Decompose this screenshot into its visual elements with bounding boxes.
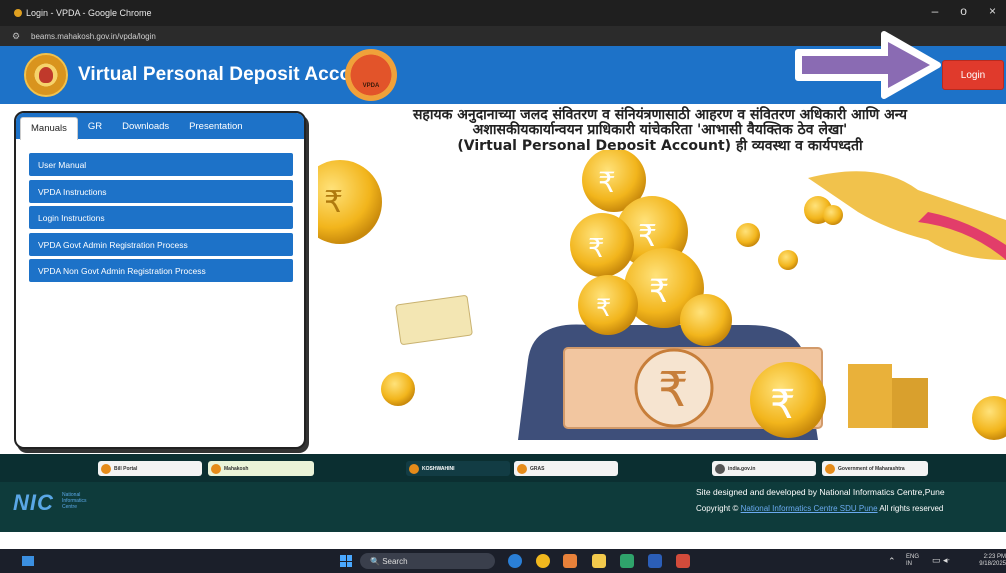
clock[interactable]: 2:23 PM 9/18/2025: [966, 554, 1006, 568]
svg-text:₹: ₹: [588, 234, 605, 264]
site-title: Virtual Personal Deposit Account: [78, 64, 382, 85]
svg-text:₹: ₹: [770, 382, 795, 428]
india-gov-link[interactable]: india.gov.in: [712, 461, 816, 476]
powerpoint-icon[interactable]: [676, 554, 690, 568]
vpda-logo-text: VPDA: [362, 83, 380, 89]
maximize-button[interactable]: o: [960, 4, 967, 18]
nic-pune-link[interactable]: National Informatics Centre SDU Pune: [741, 504, 878, 513]
hero-heading: सहायक अनुदानाच्या जलद संवितरण व संनियंत्…: [330, 107, 990, 155]
favicon-icon: [14, 9, 22, 17]
site-info-icon[interactable]: ⚙: [12, 31, 20, 42]
manuals-panel: Manuals GR Downloads Presentation User M…: [14, 111, 306, 449]
list-item-govt-admin-registration[interactable]: VPDA Govt Admin Registration Process: [29, 232, 293, 256]
annotation-arrow-icon: [795, 31, 941, 99]
page-gap: [0, 532, 1006, 549]
widgets-icon[interactable]: [22, 556, 34, 566]
close-button[interactable]: ×: [989, 4, 996, 18]
store-icon[interactable]: [563, 554, 577, 568]
panel-tabs: Manuals GR Downloads Presentation: [16, 113, 304, 140]
word-icon[interactable]: [648, 554, 662, 568]
manual-list: User Manual VPDA Instructions Login Inst…: [29, 153, 293, 286]
excel-icon[interactable]: [620, 554, 634, 568]
gras-link[interactable]: GRAS: [514, 461, 618, 476]
footer-credit: Site designed and developed by National …: [696, 487, 945, 497]
koshwahini-link[interactable]: KOSHWAHINI: [406, 461, 510, 476]
start-menu-icon[interactable]: [340, 555, 352, 567]
edge-icon[interactable]: [508, 554, 522, 568]
taskbar-search[interactable]: 🔍 Search: [360, 553, 495, 569]
list-item-login-instructions[interactable]: Login Instructions: [29, 206, 293, 230]
govt-maharashtra-link[interactable]: Government of Maharashtra: [822, 461, 928, 476]
window-controls: – o ×: [932, 4, 996, 18]
hero-line-1: सहायक अनुदानाच्या जलद संवितरण व संनियंत्…: [412, 107, 908, 123]
url-text[interactable]: beams.mahakosh.gov.in/vpda/login: [31, 32, 156, 41]
tray-chevron-icon[interactable]: ⌃: [888, 556, 896, 567]
language-indicator[interactable]: ENG IN: [906, 554, 919, 568]
tab-downloads[interactable]: Downloads: [112, 116, 179, 137]
svg-text:₹: ₹: [649, 272, 669, 310]
list-item-vpda-instructions[interactable]: VPDA Instructions: [29, 179, 293, 203]
network-sound-icon[interactable]: ▭ ◂ᐧ: [932, 555, 950, 566]
os-taskbar: 🔍 Search ⌃ ENG IN ▭ ◂ᐧ 2:23 PM 9/18/2025: [0, 549, 1006, 573]
maharashtra-emblem-icon: [24, 53, 68, 97]
svg-text:₹: ₹: [596, 294, 611, 322]
tab-gr[interactable]: GR: [78, 116, 112, 137]
svg-text:₹: ₹: [658, 362, 689, 418]
site-footer: Bill Portal Mahakosh KOSHWAHINI GRAS ind…: [0, 454, 1006, 532]
coins-illustration: ₹ ₹ ₹ ₹ ₹ ₹ ₹ ₹: [318, 150, 1006, 440]
file-explorer-icon[interactable]: [592, 554, 606, 568]
hero-line-2: अशासकीयकार्यान्वयन प्राधिकारी यांचेकरिता…: [472, 122, 848, 138]
mahakosh-link[interactable]: Mahakosh: [208, 461, 314, 476]
chrome-icon[interactable]: [536, 554, 550, 568]
minimize-button[interactable]: –: [932, 4, 939, 18]
browser-title-bar: Login - VPDA - Google Chrome – o ×: [0, 0, 1006, 26]
login-button[interactable]: Login: [942, 60, 1004, 90]
tab-manuals[interactable]: Manuals: [20, 116, 78, 140]
vpda-logo: VPDA: [345, 49, 397, 101]
svg-text:₹: ₹: [638, 219, 657, 254]
list-item-non-govt-admin-registration[interactable]: VPDA Non Govt Admin Registration Process: [29, 259, 293, 283]
svg-text:₹: ₹: [324, 185, 343, 220]
nic-logo: NIC: [13, 490, 54, 515]
tab-presentation[interactable]: Presentation: [179, 116, 252, 137]
footer-copyright: Copyright © National Informatics Centre …: [696, 504, 944, 513]
bill-portal-link[interactable]: Bill Portal: [98, 461, 202, 476]
nic-logo-subtext: National Informatics Centre: [62, 492, 87, 510]
svg-text:₹: ₹: [598, 166, 616, 199]
window-title: Login - VPDA - Google Chrome: [26, 8, 152, 18]
list-item-user-manual[interactable]: User Manual: [29, 153, 293, 176]
